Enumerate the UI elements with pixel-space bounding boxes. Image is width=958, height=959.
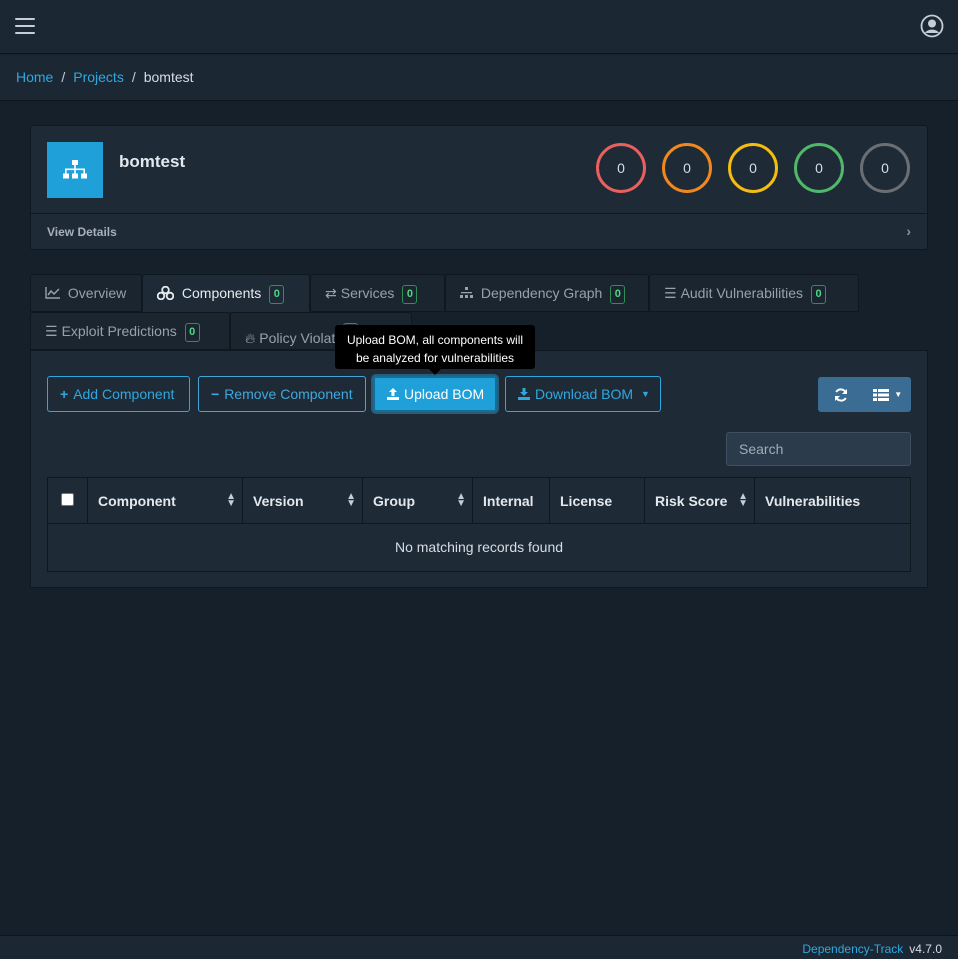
download-icon <box>518 386 530 402</box>
list-icon <box>873 388 890 401</box>
sort-icon: ▲ ▼ <box>346 491 356 509</box>
dependency-graph-count-badge: 0 <box>610 285 626 304</box>
select-all-header <box>48 478 88 524</box>
tab-dependency-graph[interactable]: Dependency Graph 0 <box>445 274 649 312</box>
add-component-button[interactable]: + Add Component <box>47 376 190 412</box>
tasks-icon: ☰ <box>45 323 58 339</box>
column-header-vulnerabilities[interactable]: Vulnerabilities <box>755 478 910 524</box>
add-component-label: Add Component <box>73 386 175 402</box>
column-header-component[interactable]: Component ▲ ▼ <box>88 478 243 524</box>
line-chart-icon <box>45 285 64 301</box>
top-navbar <box>0 0 958 54</box>
upload-bom-tooltip: Upload BOM, all components will be analy… <box>335 325 535 375</box>
column-header-group[interactable]: Group ▲ ▼ <box>363 478 473 524</box>
tab-exploit-predictions-label: Exploit Predictions <box>61 323 177 339</box>
unassigned-count-circle: 0 <box>860 143 910 193</box>
upload-icon <box>387 386 399 402</box>
tab-exploit-predictions[interactable]: ☰ Exploit Predictions 0 <box>30 312 230 350</box>
tab-components-label: Components <box>181 285 262 301</box>
view-details-link[interactable]: View Details › <box>31 213 927 249</box>
tab-audit-vulnerabilities[interactable]: ☰ Audit Vulnerabilities 0 <box>649 274 859 312</box>
breadcrumb-home-link[interactable]: Home <box>16 69 53 85</box>
column-header-version[interactable]: Version ▲ ▼ <box>243 478 363 524</box>
column-header-license[interactable]: License <box>550 478 645 524</box>
search-input[interactable] <box>726 432 911 466</box>
columns-toggle-button[interactable]: ▼ <box>865 377 912 412</box>
upload-bom-label: Upload BOM <box>404 386 485 402</box>
components-count-badge: 0 <box>269 285 285 304</box>
sort-icon: ▲ ▼ <box>738 491 748 509</box>
remove-component-label: Remove Component <box>224 386 353 402</box>
table-actions-group: ▼ <box>818 377 911 412</box>
fire-icon: 🔥︎ <box>245 330 256 346</box>
select-all-checkbox[interactable] <box>61 493 74 506</box>
sort-icon: ▲ ▼ <box>226 491 236 509</box>
app-name-link[interactable]: Dependency-Track <box>802 942 903 956</box>
chevron-right-icon: › <box>906 223 911 239</box>
empty-table-message: No matching records found <box>394 539 564 555</box>
minus-icon: − <box>211 386 220 402</box>
tab-policy-violations-label: Policy Violat <box>259 330 336 346</box>
critical-count-circle: 0 <box>596 143 646 193</box>
refresh-icon <box>835 387 848 402</box>
medium-count-circle: 0 <box>728 143 778 193</box>
plus-icon: + <box>60 386 69 402</box>
tab-services-label: Services <box>340 285 395 301</box>
breadcrumb: Home / Projects / bomtest <box>0 55 958 101</box>
tab-services[interactable]: ⇄ Services 0 <box>310 274 445 312</box>
download-bom-label: Download BOM <box>535 386 634 402</box>
view-details-label: View Details <box>47 225 117 239</box>
project-name: bomtest <box>119 152 186 171</box>
caret-down-icon: ▼ <box>641 389 650 399</box>
tab-components[interactable]: Components 0 <box>142 274 310 312</box>
download-bom-dropdown[interactable]: Download BOM ▼ <box>505 376 661 412</box>
tab-dependency-graph-label: Dependency Graph <box>480 285 603 301</box>
components-table: Component ▲ ▼ Version ▲ ▼ Group ▲ ▼ Internal L… <box>47 477 911 572</box>
column-header-internal[interactable]: Internal <box>473 478 550 524</box>
app-version: v4.7.0 <box>909 942 942 956</box>
column-header-risk-score[interactable]: Risk Score ▲ ▼ <box>645 478 755 524</box>
low-count-circle: 0 <box>794 143 844 193</box>
tasks-icon: ☰ <box>664 285 677 301</box>
tab-audit-vulnerabilities-label: Audit Vulnerabilities <box>680 285 804 301</box>
audit-vulnerabilities-count-badge: 0 <box>811 285 827 304</box>
tab-overview-label: Overview <box>67 285 127 301</box>
sitemap-icon <box>460 285 477 301</box>
sort-icon: ▲ ▼ <box>456 491 466 509</box>
breadcrumb-projects-link[interactable]: Projects <box>73 69 124 85</box>
breadcrumb-current: bomtest <box>143 69 194 85</box>
refresh-button[interactable] <box>818 377 865 412</box>
caret-down-icon: ▼ <box>894 390 903 399</box>
footer: Dependency-Track v4.7.0 <box>0 935 958 959</box>
tab-overview[interactable]: Overview <box>30 274 142 312</box>
remove-component-button[interactable]: − Remove Component <box>198 376 366 412</box>
project-summary-card: bomtest 0 0 0 0 0 View Details › <box>30 125 928 250</box>
cubes-icon <box>156 285 178 301</box>
project-hierarchy-icon <box>47 142 103 198</box>
exchange-icon: ⇄ <box>325 285 337 301</box>
high-count-circle: 0 <box>662 143 712 193</box>
user-profile-icon[interactable] <box>920 14 944 38</box>
hamburger-menu-icon[interactable] <box>15 18 35 36</box>
exploit-predictions-count-badge: 0 <box>184 323 200 342</box>
services-count-badge: 0 <box>402 285 418 304</box>
upload-bom-button[interactable]: Upload BOM <box>373 376 497 412</box>
